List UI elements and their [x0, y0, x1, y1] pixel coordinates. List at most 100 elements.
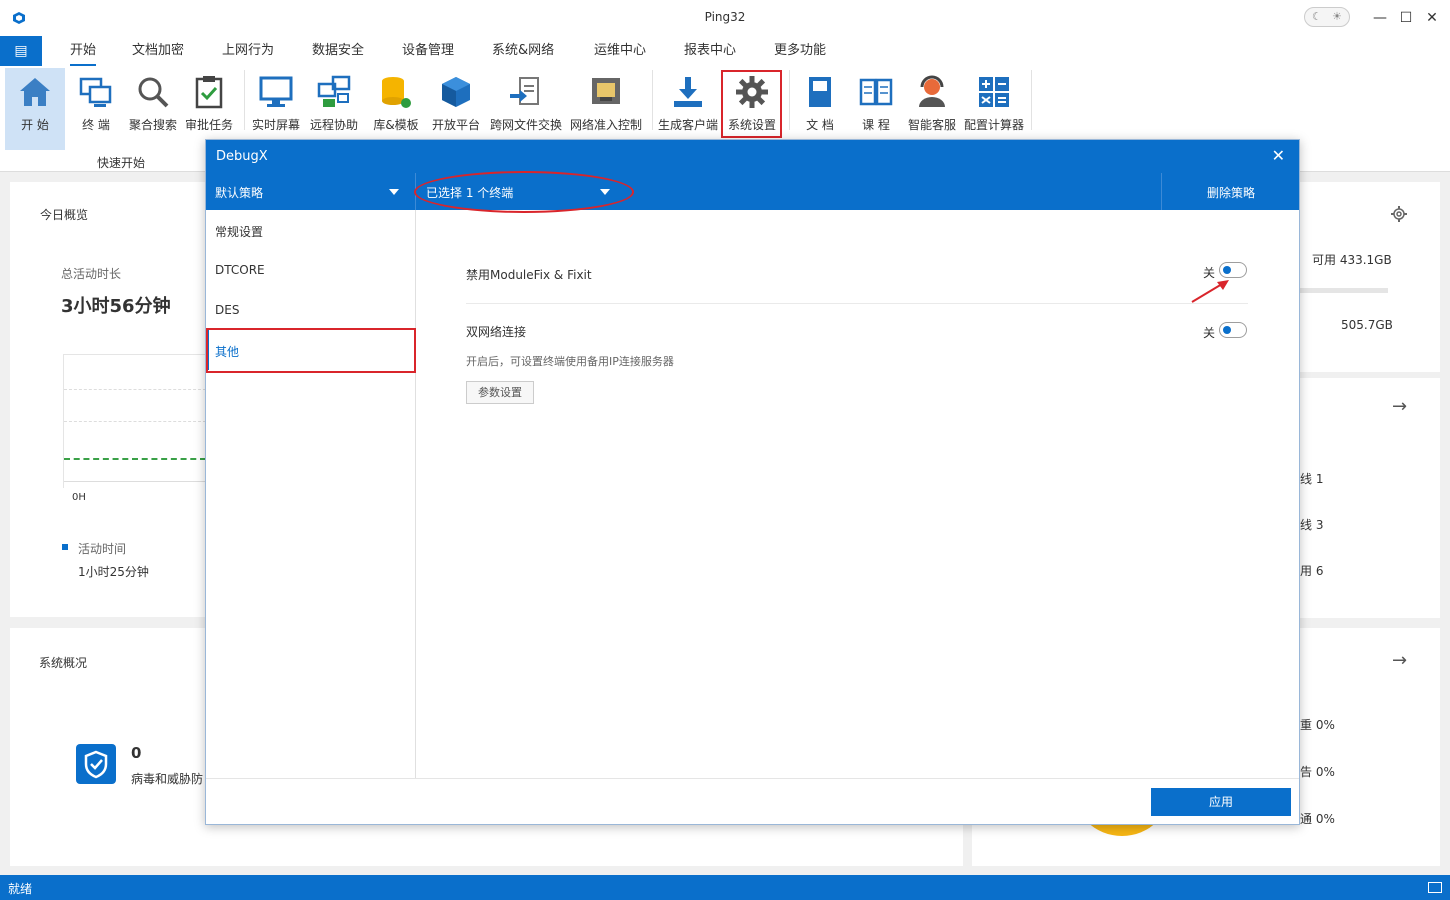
dialog-title: DebugX: [216, 149, 268, 164]
policy-dropdown[interactable]: 默认策略: [206, 173, 416, 210]
toggle-knob: [1223, 326, 1231, 334]
ribbon-docs-button[interactable]: 文 档: [794, 68, 846, 148]
ribbon-approval-button[interactable]: 审批任务: [182, 68, 236, 148]
download-icon: [674, 77, 702, 107]
legend-swatch: [62, 544, 68, 550]
status-bar: 就绪: [0, 875, 1450, 900]
ribbon-remote-assist-button[interactable]: 远程协助: [306, 68, 362, 148]
parameter-settings-button[interactable]: 参数设置: [466, 381, 534, 404]
ribbon-separator: [789, 70, 790, 130]
file-menu-button[interactable]: ▤: [0, 36, 42, 66]
tab-system-network[interactable]: 系统&网络: [492, 36, 554, 66]
terminal-icon: [79, 77, 112, 107]
disk-total: 505.7GB: [1341, 318, 1393, 332]
theme-toggle[interactable]: ☾ ☀: [1304, 7, 1350, 27]
ribbon-open-platform-button[interactable]: 开放平台: [428, 68, 484, 148]
ribbon-group-label: 快速开始: [97, 156, 146, 170]
online-status-2: 线 3: [1300, 518, 1324, 532]
tab-report-center[interactable]: 报表中心: [684, 36, 736, 66]
ribbon-separator: [244, 70, 245, 130]
dialog-toolbar: 默认策略 已选择 1 个终端 删除策略: [206, 173, 1299, 210]
menu-icon: ▤: [14, 43, 28, 59]
dialog-close-icon[interactable]: ✕: [1272, 146, 1285, 165]
open-book-icon: [859, 78, 893, 106]
total-active-label: 总活动时长: [61, 267, 122, 281]
ribbon-generate-client-button[interactable]: 生成客户端: [656, 68, 720, 148]
database-icon: [382, 77, 411, 108]
dual-network-toggle[interactable]: [1219, 322, 1247, 338]
tab-web-behavior[interactable]: 上网行为: [222, 36, 274, 66]
ribbon-start-button[interactable]: 开 始: [5, 68, 65, 150]
toggle-knob: [1223, 266, 1231, 274]
tab-start[interactable]: 开始: [70, 36, 97, 66]
divider: [466, 303, 1248, 304]
risk-percent-1: 重 0%: [1300, 718, 1335, 732]
legend-label: 活动时间: [78, 542, 127, 556]
highlight-box: [206, 328, 416, 373]
minimize-button[interactable]: —: [1370, 8, 1390, 28]
ribbon-smart-support-button[interactable]: 智能客服: [904, 68, 960, 148]
arrow-right-icon[interactable]: →: [1392, 396, 1407, 417]
shield-icon: [76, 744, 116, 784]
dialog-footer: 应用: [206, 778, 1299, 824]
network-port-icon: [592, 78, 620, 104]
maximize-button[interactable]: ☐: [1396, 8, 1416, 28]
legend-value: 1小时25分钟: [78, 565, 149, 579]
terminal-status-card: → 线 1 线 3 用 6: [1300, 378, 1440, 618]
book-icon: [809, 77, 831, 107]
disk-card: 可用 433.1GB 505.7GB: [1300, 182, 1440, 372]
sidebar-item-general[interactable]: 常规设置: [206, 210, 416, 250]
highlight-box: [721, 70, 782, 138]
debugx-dialog: DebugX ✕ 默认策略 已选择 1 个终端 删除策略 常规设置 DTCORE…: [205, 139, 1300, 825]
risk-percent-2: 告 0%: [1300, 765, 1335, 779]
ribbon-live-screen-button[interactable]: 实时屏幕: [248, 68, 304, 148]
menu-bar: ▤ 开始 文档加密 上网行为 数据安全 设备管理 系统&网络 运维中心 报表中心…: [0, 36, 1450, 66]
today-overview-title: 今日概览: [40, 208, 89, 222]
ribbon-calculator-button[interactable]: 配置计算器: [962, 68, 1026, 148]
tab-ops-center[interactable]: 运维中心: [594, 36, 646, 66]
settings-content: 禁用ModuleFix & Fixit 关 双网络连接 关 开启后，可设置终端使…: [417, 210, 1299, 778]
tab-device-management[interactable]: 设备管理: [402, 36, 454, 66]
setting-label-disable-modulefix: 禁用ModuleFix & Fixit: [466, 268, 592, 282]
ribbon-separator: [652, 70, 653, 130]
chart-baseline: [64, 481, 206, 482]
threat-count: 0: [131, 744, 142, 762]
arrow-right-icon[interactable]: →: [1392, 650, 1407, 671]
chart-x-label: 0H: [72, 492, 86, 503]
settings-sidebar: 常规设置 DTCORE DES 其他: [206, 210, 416, 778]
cube-icon: [442, 77, 470, 107]
ribbon-search-button[interactable]: 聚合搜索: [126, 68, 180, 148]
policy-dropdown-value: 默认策略: [215, 186, 264, 200]
sidebar-item-dtcore[interactable]: DTCORE: [206, 250, 416, 290]
remote-desktop-icon: [317, 75, 351, 107]
ribbon-library-template-button[interactable]: 库&模板: [368, 68, 424, 148]
highlight-ellipse: [414, 171, 634, 213]
setting-description-dual-network: 开启后，可设置终端使用备用IP连接服务器: [466, 355, 674, 368]
chart-gridline: [64, 421, 206, 422]
ribbon-cross-network-button[interactable]: 跨网文件交换: [486, 68, 566, 148]
ribbon-courses-button[interactable]: 课 程: [850, 68, 902, 148]
ribbon-network-access-button[interactable]: 网络准入控制: [568, 68, 644, 148]
delete-policy-button[interactable]: 删除策略: [1161, 173, 1299, 210]
monitor-icon: [259, 76, 293, 107]
annotation-arrow-icon: [1191, 280, 1229, 303]
threat-label: 病毒和威胁防: [131, 772, 204, 786]
calculator-icon: [979, 77, 1009, 107]
dialog-title-bar: DebugX ✕: [206, 140, 1299, 173]
activity-chart: [63, 354, 206, 488]
online-status-3: 用 6: [1300, 564, 1324, 578]
tab-doc-encryption[interactable]: 文档加密: [132, 36, 184, 66]
settings-gear-icon[interactable]: [1390, 205, 1408, 223]
ribbon-separator: [1031, 70, 1032, 130]
ribbon-terminal-button[interactable]: 终 端: [68, 68, 124, 148]
tab-more-features[interactable]: 更多功能: [774, 36, 826, 66]
resize-grip-icon[interactable]: [1428, 882, 1442, 893]
tab-data-security[interactable]: 数据安全: [312, 36, 364, 66]
apply-button[interactable]: 应用: [1151, 788, 1291, 816]
today-overview-card: 今日概览 总活动时长 3小时56分钟 0H 活动时间 1小时25分钟: [10, 182, 206, 617]
close-window-button[interactable]: ✕: [1422, 8, 1442, 28]
chart-activity-line: [64, 458, 206, 460]
setting-label-dual-network: 双网络连接: [466, 325, 527, 339]
status-text: 就绪: [8, 882, 33, 896]
sidebar-item-des[interactable]: DES: [206, 290, 416, 330]
